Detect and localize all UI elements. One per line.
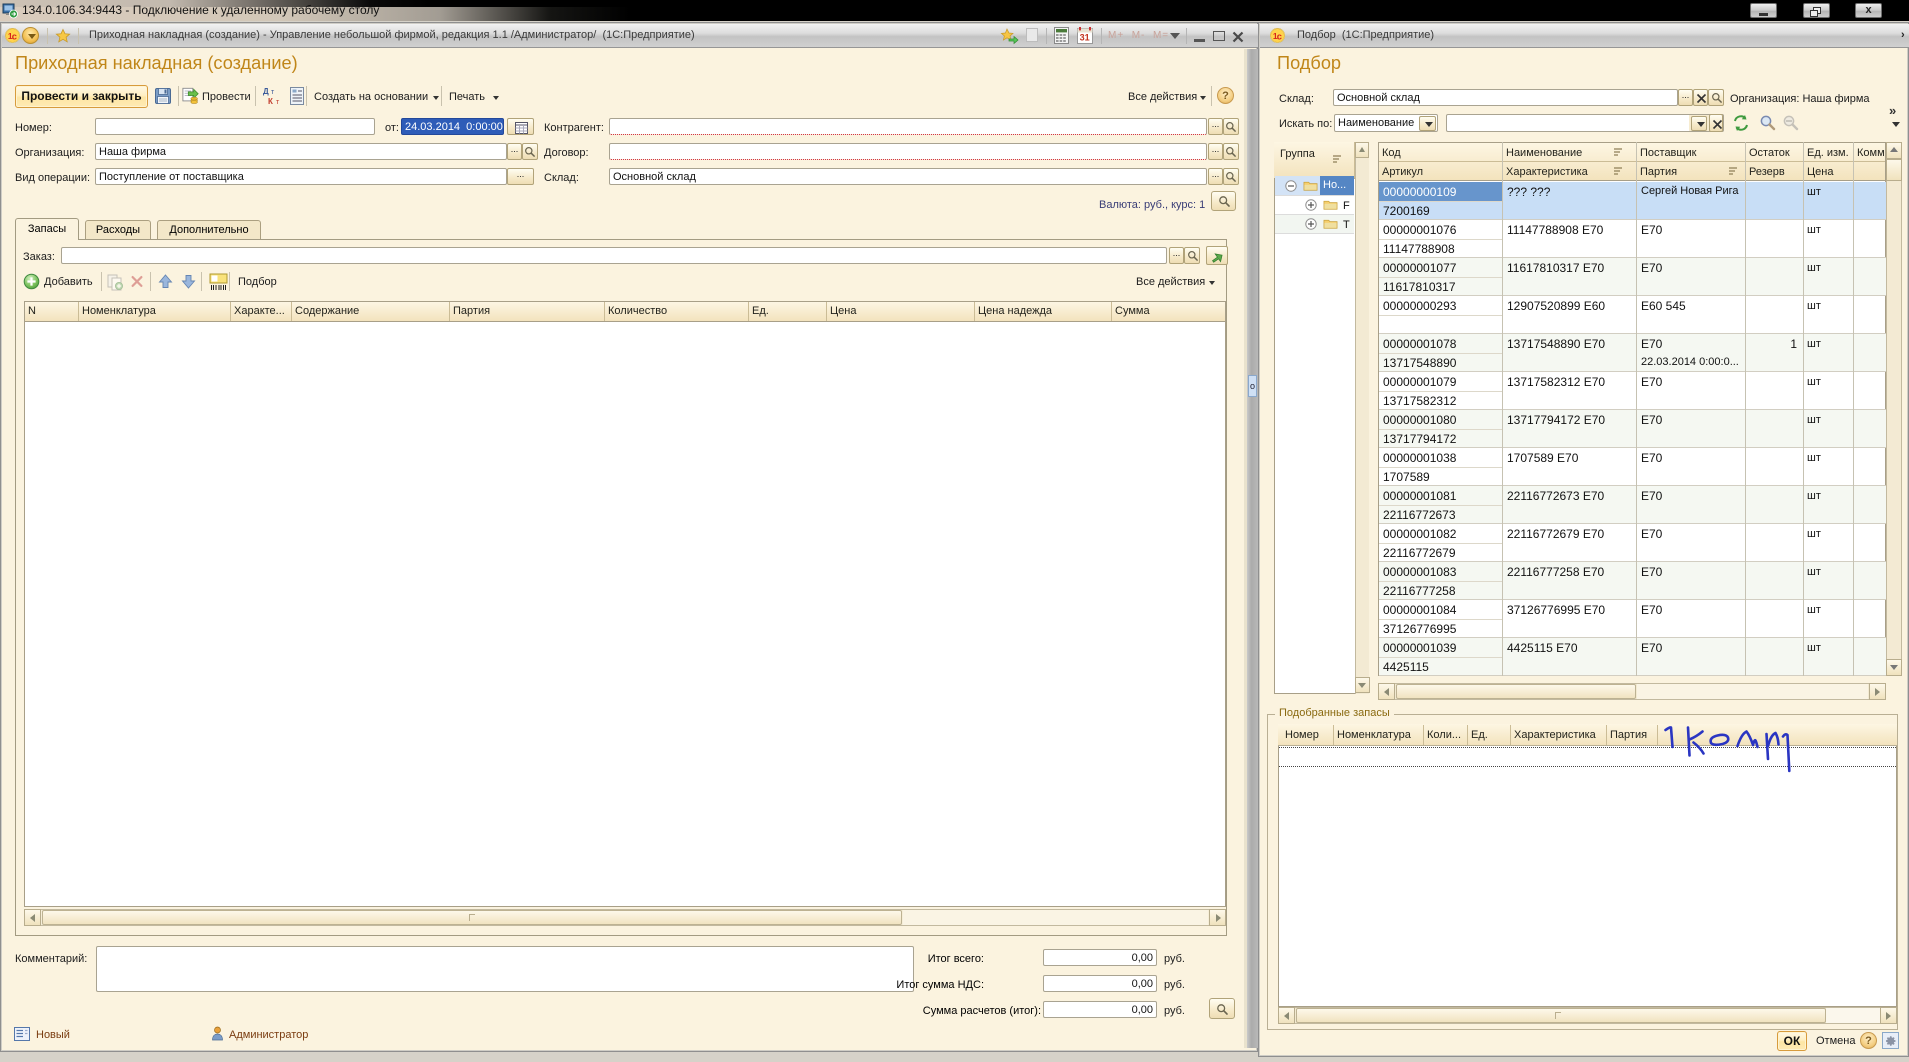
svg-text:К: К: [268, 97, 273, 106]
svg-text:т: т: [271, 89, 275, 96]
svg-text:31: 31: [1080, 33, 1090, 43]
svg-text:c: c: [12, 32, 17, 42]
svg-text:Д: Д: [263, 87, 269, 96]
svg-text:c: c: [1277, 32, 1282, 42]
svg-text:т: т: [276, 99, 280, 106]
